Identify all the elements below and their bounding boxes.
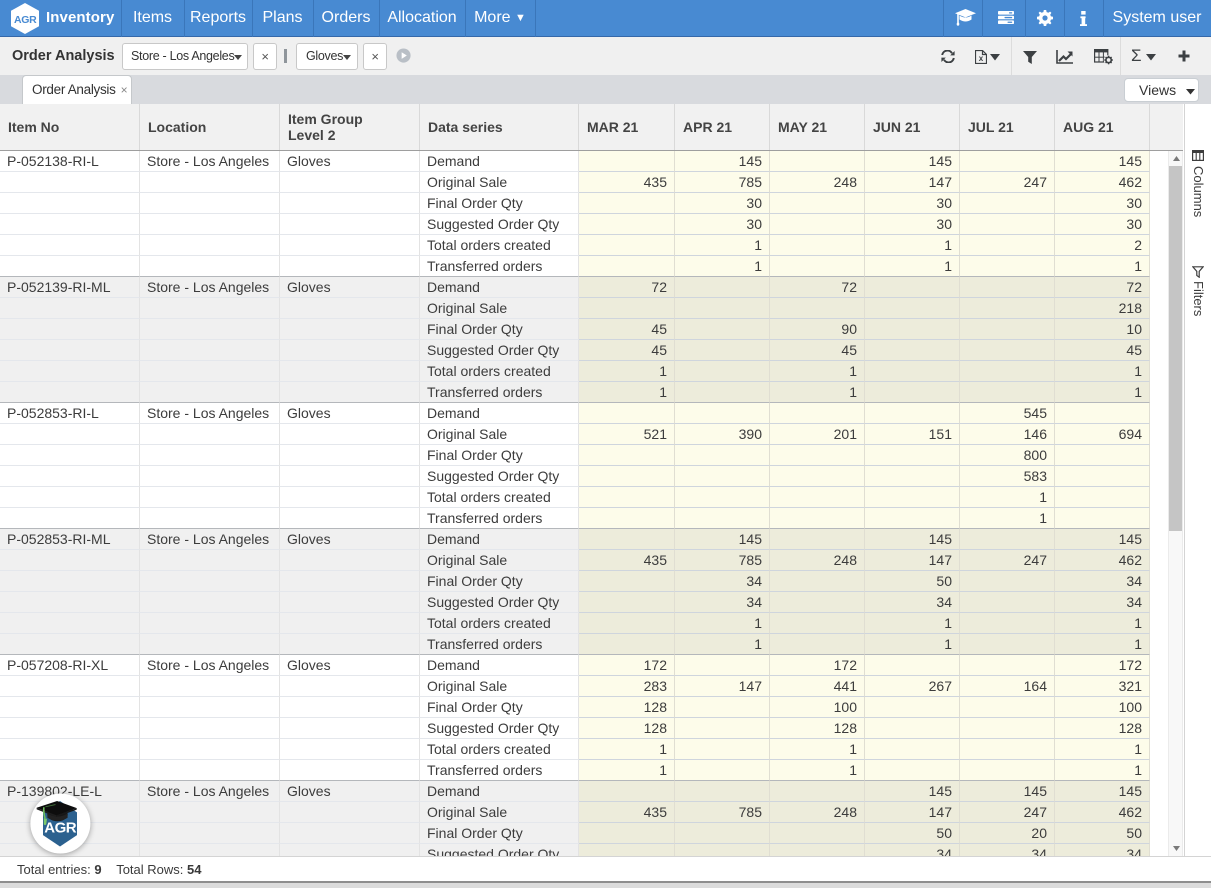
svg-text:AGR: AGR (14, 14, 37, 26)
svg-text:AGR: AGR (44, 820, 77, 837)
svg-text:x: x (979, 54, 984, 63)
